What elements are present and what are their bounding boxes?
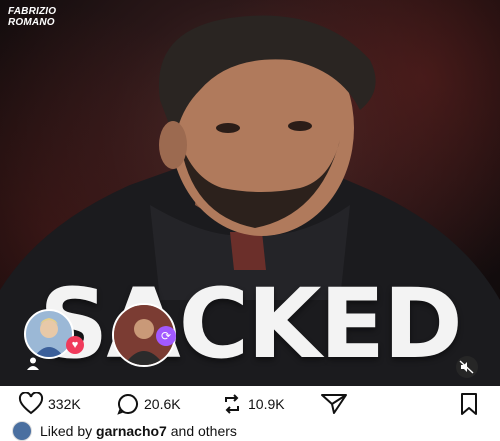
comment-count: 20.6K bbox=[144, 396, 181, 412]
liked-by-user[interactable]: garnacho7 bbox=[96, 423, 167, 439]
headline-text: SACKED bbox=[39, 268, 463, 380]
share-button[interactable] bbox=[320, 391, 348, 417]
liker-avatar[interactable] bbox=[12, 421, 32, 441]
heart-icon bbox=[18, 392, 44, 415]
reaction-avatar-1[interactable] bbox=[24, 309, 74, 359]
liked-by-row[interactable]: Liked by garnacho7 and others bbox=[12, 421, 237, 441]
mute-icon bbox=[459, 360, 474, 374]
comment-icon bbox=[117, 393, 138, 415]
bookmark-icon bbox=[461, 393, 477, 415]
user-tag-icon[interactable] bbox=[26, 356, 40, 370]
brand-line-1: FABRIZIO bbox=[8, 6, 57, 17]
post-media[interactable]: FABRIZIO ROMANO SACKED ♥ ⟳ bbox=[0, 0, 500, 386]
like-count: 332K bbox=[48, 396, 81, 412]
comment-button[interactable]: 20.6K bbox=[116, 391, 181, 417]
brand-line-2: ROMANO bbox=[8, 17, 55, 28]
repost-count: 10.9K bbox=[248, 396, 285, 412]
action-bar: 332K 20.6K 10.9K bbox=[0, 391, 500, 417]
heart-badge-icon: ♥ bbox=[66, 336, 84, 354]
liked-by-suffix: and others bbox=[170, 423, 237, 439]
like-button[interactable]: 332K bbox=[18, 391, 81, 417]
brand-watermark: FABRIZIO ROMANO bbox=[8, 6, 56, 28]
liked-by-text: Liked by garnacho7 and others bbox=[40, 423, 237, 439]
bookmark-button[interactable] bbox=[458, 391, 480, 417]
repost-badge-icon: ⟳ bbox=[156, 326, 176, 346]
liked-by-prefix: Liked by bbox=[40, 423, 93, 439]
share-icon bbox=[321, 394, 347, 414]
repost-button[interactable]: 10.9K bbox=[220, 391, 285, 417]
repost-icon bbox=[225, 394, 239, 414]
mute-button[interactable] bbox=[456, 356, 478, 378]
